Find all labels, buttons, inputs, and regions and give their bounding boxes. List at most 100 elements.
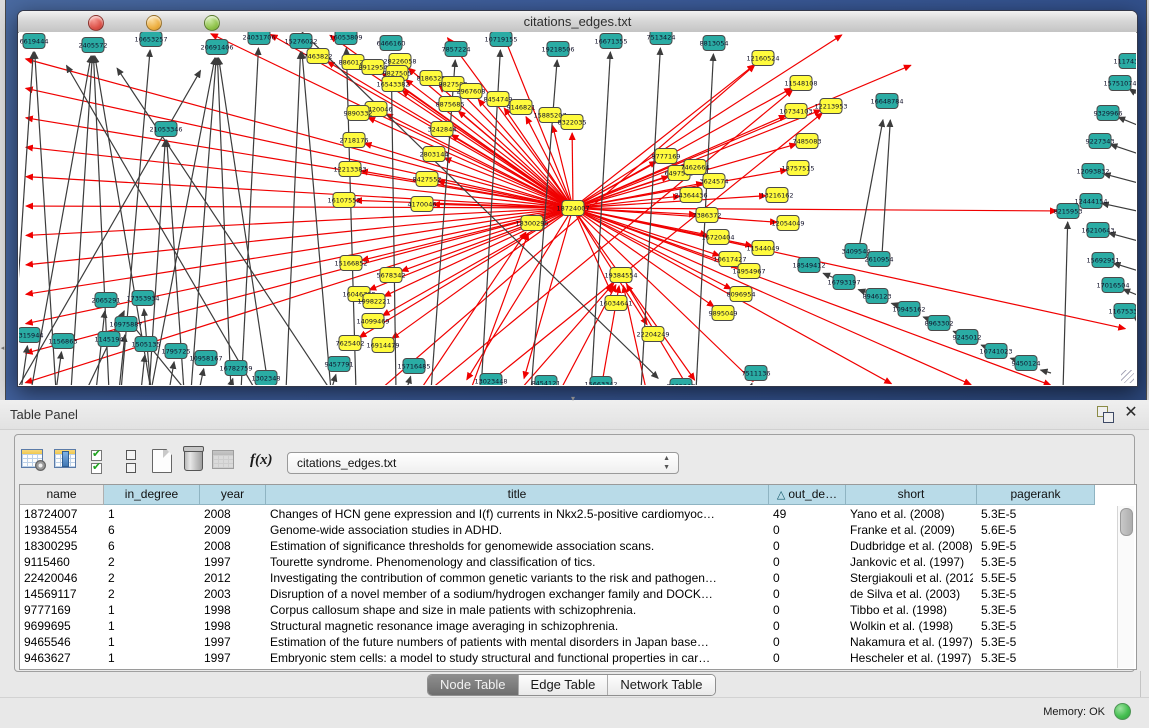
network-node[interactable]: 2967608 <box>457 84 486 99</box>
network-node[interactable]: 12213953 <box>814 99 847 114</box>
column-header-short[interactable]: short <box>846 485 977 505</box>
new-table-icon[interactable] <box>152 449 172 473</box>
table-row[interactable]: 1456911722003Disruption of a novel membe… <box>20 586 1134 602</box>
network-node[interactable]: 8454121 <box>532 376 561 386</box>
table-row[interactable]: 911546021997Tourette syndrome. Phenomeno… <box>20 554 1134 570</box>
network-node[interactable]: 6619444 <box>20 34 49 49</box>
network-node[interactable]: 9895049 <box>709 306 738 321</box>
network-node[interactable]: 16914479 <box>366 338 399 353</box>
network-node[interactable]: 7386372 <box>693 208 722 223</box>
network-node[interactable]: 9457791 <box>325 357 354 372</box>
network-node[interactable]: 8963302 <box>925 316 954 331</box>
network-node[interactable]: 11544049 <box>746 241 779 256</box>
network-node[interactable]: 15692951 <box>1086 253 1119 268</box>
network-node[interactable]: 11174313 <box>1113 54 1136 69</box>
network-node[interactable]: 2405572 <box>79 38 108 53</box>
network-node[interactable]: 11675334 <box>1108 304 1136 319</box>
network-node[interactable]: 2718176 <box>340 133 369 148</box>
row-select-icon[interactable] <box>91 450 102 476</box>
network-node[interactable]: 16782759 <box>219 361 252 376</box>
network-node[interactable]: 19218506 <box>541 42 574 57</box>
network-node[interactable]: 9777169 <box>652 149 681 164</box>
network-node[interactable]: 14099469 <box>356 314 389 329</box>
network-window-titlebar[interactable]: citations_edges.txt <box>18 11 1137 33</box>
network-node[interactable]: 7511136 <box>742 366 771 381</box>
network-node[interactable]: 5678342 <box>377 268 406 283</box>
table-row[interactable]: 946554611997Estimation of the future num… <box>20 634 1134 650</box>
table-row[interactable]: 1938455462009Genome-wide association stu… <box>20 522 1134 538</box>
network-node[interactable]: 1156863 <box>49 334 78 349</box>
network-node[interactable]: 13023448 <box>474 374 507 386</box>
network-node[interactable]: 8946123 <box>863 289 892 304</box>
network-node[interactable]: 7513424 <box>647 32 676 45</box>
column-header-out_de[interactable]: △out_de… <box>769 485 846 505</box>
network-node[interactable]: 24031706 <box>242 32 275 45</box>
citation-network-graph[interactable]: 6619444240557210653257206914062403170615… <box>19 32 1136 385</box>
table-settings-icon[interactable] <box>21 449 43 468</box>
network-node[interactable]: 2065291 <box>92 293 121 308</box>
table-row[interactable]: 1872400712008Changes of HCN gene express… <box>20 506 1134 522</box>
network-node[interactable]: 16648784 <box>870 94 903 109</box>
splitter-handle[interactable]: ▾ <box>568 395 578 403</box>
network-node[interactable]: 19384554 <box>604 268 637 283</box>
network-node[interactable]: 6466160 <box>377 36 406 51</box>
memory-ok-icon[interactable] <box>1114 703 1131 720</box>
table-row[interactable]: 2242004622012Investigating the contribut… <box>20 570 1134 586</box>
network-node[interactable]: 9245012 <box>953 330 982 345</box>
delete-table-icon[interactable] <box>184 449 203 471</box>
network-node[interactable]: 3242844 <box>428 122 457 137</box>
network-node[interactable]: 15716485 <box>397 359 430 374</box>
close-panel-icon[interactable]: ✕ <box>1122 404 1140 422</box>
network-node[interactable]: 15276022 <box>284 34 317 49</box>
table-row[interactable]: 946362711997Embryonic stem cells: a mode… <box>20 650 1134 666</box>
table-selector-dropdown[interactable]: citations_edges.txt ▲▼ <box>287 452 679 474</box>
network-node[interactable]: 7485083 <box>793 134 822 149</box>
network-node[interactable]: 9450124 <box>1012 356 1041 371</box>
network-node[interactable]: 18549412 <box>792 258 825 273</box>
network-node[interactable]: 3624574 <box>700 174 729 189</box>
network-node[interactable]: 9146821 <box>507 100 536 115</box>
network-node[interactable]: 1302348 <box>252 371 281 386</box>
column-header-year[interactable]: year <box>200 485 266 505</box>
network-node[interactable]: 8813054 <box>700 36 729 51</box>
collapse-arrow-icon[interactable]: ◂ <box>0 344 5 354</box>
network-canvas[interactable]: 6619444240557210653257206914062403170615… <box>19 32 1136 385</box>
network-node[interactable]: 16671355 <box>594 34 627 49</box>
network-node[interactable]: 10653257 <box>134 32 167 47</box>
network-node[interactable]: 11548108 <box>784 76 817 91</box>
network-node[interactable]: 12093832 <box>1076 164 1109 179</box>
network-node[interactable]: 7463822 <box>304 49 333 64</box>
scrollbar-thumb[interactable] <box>1120 508 1133 536</box>
network-node[interactable]: 9890332 <box>344 106 373 121</box>
network-node[interactable]: 8096954 <box>727 287 756 302</box>
network-node[interactable]: 8322035 <box>558 115 587 130</box>
table-scrollbar[interactable] <box>1117 506 1134 668</box>
import-table-icon[interactable] <box>212 450 234 469</box>
window-resize-grip[interactable] <box>1121 370 1134 383</box>
column-header-pagerank[interactable]: pagerank <box>977 485 1095 505</box>
column-header-title[interactable]: title <box>266 485 769 505</box>
network-node[interactable]: 2610954 <box>865 252 894 267</box>
network-node[interactable]: 3315944 <box>19 328 43 343</box>
network-node[interactable]: 10945162 <box>892 302 925 317</box>
network-node[interactable]: 4170046 <box>408 197 437 212</box>
network-node[interactable]: 16034641 <box>599 296 632 311</box>
network-node[interactable]: 9329966 <box>1094 106 1123 121</box>
network-node[interactable]: 9227343 <box>1086 134 1115 149</box>
network-node[interactable]: 18757515 <box>781 161 814 176</box>
network-node[interactable]: 15751074 <box>1103 76 1136 91</box>
network-node[interactable]: 7625402 <box>336 336 365 351</box>
merge-rows-icon[interactable] <box>126 450 136 476</box>
network-node[interactable]: 16053809 <box>329 32 362 45</box>
network-node[interactable]: 7857224 <box>442 42 471 57</box>
network-node[interactable]: 2803144 <box>420 147 449 162</box>
network-node[interactable]: 13216162 <box>760 188 793 203</box>
table-row[interactable]: 969969511998Structural magnetic resonanc… <box>20 618 1134 634</box>
network-node[interactable]: 8875685 <box>436 97 465 112</box>
tab-network-table[interactable]: Network Table <box>608 675 714 695</box>
float-panel-icon[interactable] <box>1097 406 1113 422</box>
network-node[interactable]: 12054049 <box>771 216 804 231</box>
network-node[interactable]: 9605213 <box>667 379 696 386</box>
column-header-in_degree[interactable]: in_degree <box>104 485 200 505</box>
tab-edge-table[interactable]: Edge Table <box>519 675 609 695</box>
